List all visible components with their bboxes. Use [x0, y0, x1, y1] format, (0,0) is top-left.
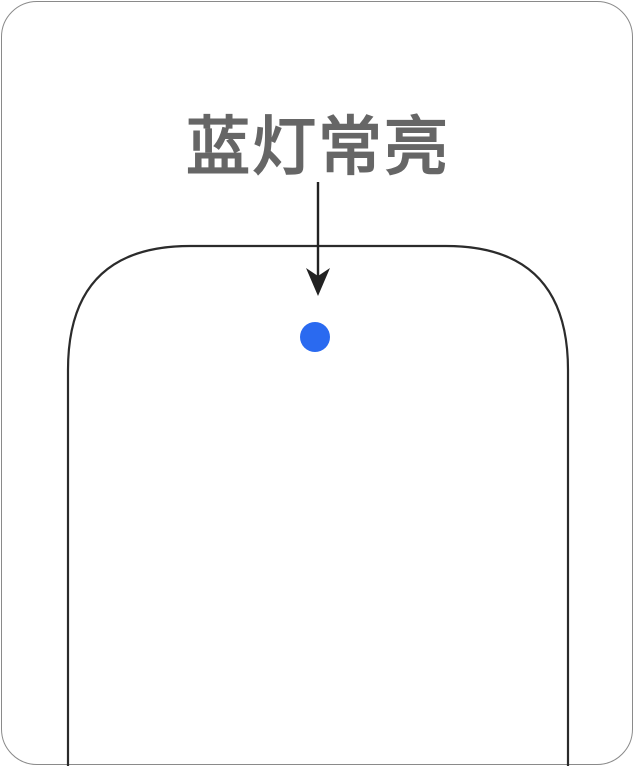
- led-dot-icon: [300, 322, 330, 352]
- arrow-down-icon: [306, 182, 330, 296]
- device-illustration: [66, 182, 570, 766]
